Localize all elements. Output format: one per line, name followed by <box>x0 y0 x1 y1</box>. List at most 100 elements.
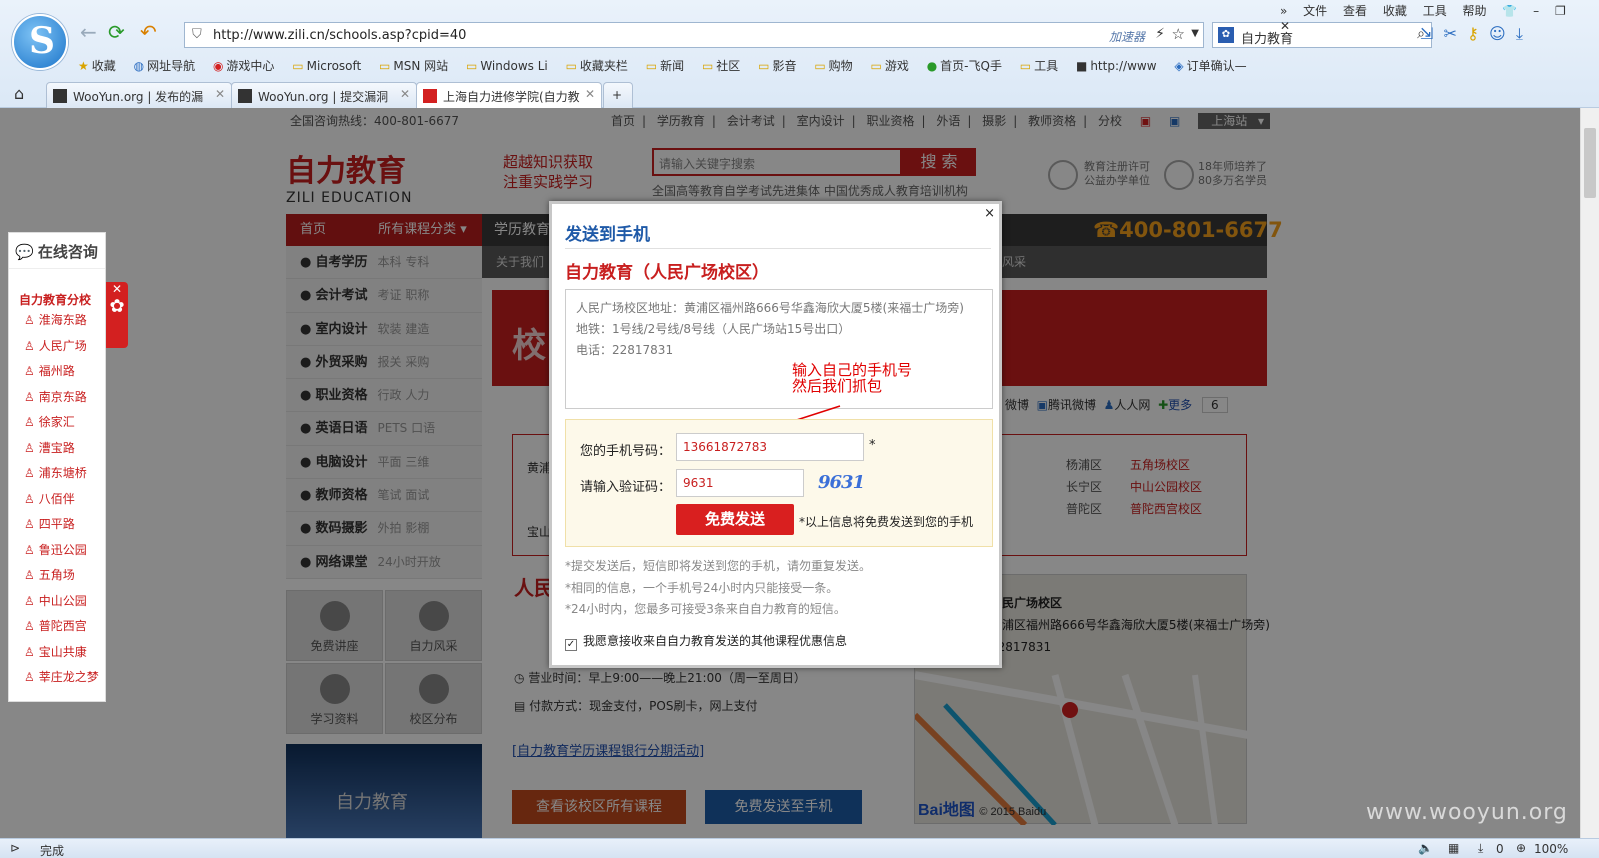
dialog-notes: *提交发送后，短信即将发送到您的手机，请勿重复发送。 *相同的信息，一个手机号2… <box>565 559 872 616</box>
menu-favorites[interactable]: 收藏 <box>1383 4 1407 18</box>
consult-close-tab[interactable]: ✕ ✿ <box>106 282 128 348</box>
bookmark-item[interactable]: ▭ Microsoft <box>292 59 361 73</box>
info-address: 人民广场校区地址：黄浦区福州路666号华鑫海欣大厦5楼(来福士广场旁) <box>576 301 964 315</box>
bookmark-item[interactable]: ● 首页-飞Q手 <box>927 57 1002 74</box>
lightning-icon[interactable]: ⚡ <box>1155 26 1165 42</box>
folder-icon: ▭ <box>565 59 577 73</box>
captcha-image[interactable]: 9631 <box>818 472 878 496</box>
close-tab-icon[interactable]: ✕ <box>585 87 595 101</box>
consult-item[interactable]: ♙ 漕宝路 <box>9 436 105 462</box>
bookmark-item[interactable]: ▭ 购物 <box>814 57 852 74</box>
bookmark-item[interactable]: ▭ 新闻 <box>646 57 684 74</box>
person-icon: ♙ <box>24 517 35 531</box>
undo-icon[interactable]: ↶ <box>140 22 157 42</box>
bookmark-item[interactable]: ▭ 影音 <box>758 57 796 74</box>
bookmark-item[interactable]: ▭ 游戏 <box>871 57 909 74</box>
skin-icon[interactable]: 👕 <box>1502 4 1517 18</box>
consult-item[interactable]: ♙ 中山公园 <box>9 589 105 615</box>
menu-file[interactable]: 文件 <box>1303 4 1327 18</box>
bookmark-item[interactable]: ◉ 游戏中心 <box>213 57 275 74</box>
consult-item[interactable]: ♙ 宝山共康 <box>9 640 105 666</box>
consult-item[interactable]: ♙ 五角场 <box>9 563 105 589</box>
bookmark-item[interactable]: ▭ 社区 <box>702 57 740 74</box>
refresh-icon[interactable]: ⟳ <box>108 22 125 42</box>
agree-row[interactable]: ✓ 我愿意接收来自自力教育发送的其他课程优惠信息 <box>565 632 847 651</box>
consult-item[interactable]: ♙ 普陀西宫 <box>9 614 105 640</box>
consult-item[interactable]: ♙ 鲁迅公园 <box>9 538 105 564</box>
consult-item[interactable]: ♙ 人民广场 <box>9 334 105 360</box>
consult-item[interactable]: ♙ 八佰伴 <box>9 487 105 513</box>
close-icon[interactable]: ✕ <box>112 282 122 296</box>
browser-logo[interactable]: S <box>12 14 68 70</box>
download-status-icon[interactable]: ⤓ <box>1478 841 1483 856</box>
tab-wooyun-1[interactable]: WooYun.org | 发布的漏 ✕ <box>46 82 232 108</box>
accelerator-label[interactable]: 加速器 <box>1109 28 1145 45</box>
consult-item[interactable]: ♙ 莘庄龙之梦 <box>9 665 105 691</box>
folder-icon: ▭ <box>814 59 826 73</box>
menu-view[interactable]: 查看 <box>1343 4 1367 18</box>
close-icon[interactable]: × <box>984 206 995 221</box>
tab-label: 上海自力进修学院(自力教 <box>443 90 580 104</box>
bookmark-item[interactable]: ◍ 网址导航 <box>134 57 196 74</box>
bookmark-item[interactable]: ▭ Windows Li <box>466 59 548 73</box>
bookmark-item[interactable]: ▭ 收藏夹栏 <box>566 57 628 74</box>
close-tab-icon[interactable]: ✕ <box>400 87 410 101</box>
folder-icon: ▭ <box>701 59 714 73</box>
wooyun-favicon-icon <box>238 89 252 103</box>
consult-items: ♙ 淮海东路 ♙ 人民广场 ♙ 福州路 ♙ 南京东路 ♙ 徐家汇 ♙ 漕宝路 ♙ 浦东塘桥 ♙… <box>9 308 105 691</box>
online-consult-panel: 💬 在线咨询 自力教育分校 ♙ 淮海东路 ♙ 人民广场 ♙ 福州路 ♙ 南京东路 ♙ 徐家… <box>8 232 106 702</box>
dropdown-arrow-icon[interactable]: ▼ <box>1191 28 1199 39</box>
bookmark-item[interactable]: ■ http://www <box>1076 59 1157 73</box>
bookmark-item[interactable]: ▭ 工具 <box>1020 57 1058 74</box>
person-icon: ♙ <box>24 568 35 582</box>
phone-input[interactable]: 13661872783 <box>676 433 864 461</box>
calculator-icon[interactable]: ▦ <box>1448 841 1459 855</box>
scrollbar-thumb[interactable] <box>1584 128 1596 198</box>
watermark: www.wooyun.org <box>1366 800 1568 825</box>
menu-tools[interactable]: 工具 <box>1423 4 1447 18</box>
consult-item[interactable]: ♙ 徐家汇 <box>9 410 105 436</box>
consult-item[interactable]: ♙ 浦东塘桥 <box>9 461 105 487</box>
star-icon[interactable]: ☆ <box>1172 25 1185 43</box>
feiq-icon: ● <box>926 59 938 73</box>
tab-zili-active[interactable]: 上海自力进修学院(自力教 ✕ <box>416 82 602 108</box>
bookmark-item[interactable]: ★ 收藏 <box>78 57 116 74</box>
menu-more-icon[interactable]: » <box>1280 4 1287 18</box>
minimize-icon[interactable]: – <box>1533 4 1539 18</box>
vertical-scrollbar[interactable] <box>1580 108 1599 838</box>
status-icon[interactable]: ⊳ <box>10 841 20 855</box>
info-phone: 电话：22817831 <box>576 343 674 357</box>
free-send-button[interactable]: 免费发送 <box>676 504 794 535</box>
agree-checkbox[interactable]: ✓ <box>565 639 577 651</box>
new-tab-button[interactable]: + <box>603 82 633 108</box>
chat-bubble-icon: 💬 <box>15 244 34 261</box>
consult-item[interactable]: ♙ 福州路 <box>9 359 105 385</box>
school-info-textarea[interactable]: 人民广场校区地址：黄浦区福州路666号华鑫海欣大厦5楼(来福士广场旁) 地铁：1… <box>565 289 993 409</box>
bookmark-item[interactable]: ▭ MSN 网站 <box>379 57 448 74</box>
maximize-icon[interactable]: ❐ <box>1555 4 1566 18</box>
close-window-icon[interactable]: ✕ <box>1280 19 1290 33</box>
close-tab-icon[interactable]: ✕ <box>215 87 225 101</box>
bookmark-item[interactable]: ◈ 订单确认— <box>1174 57 1246 74</box>
required-marker: * <box>869 438 876 453</box>
captcha-input[interactable]: 9631 <box>676 469 804 497</box>
menu-help[interactable]: 帮助 <box>1463 4 1487 18</box>
person-icon: ♙ <box>24 415 35 429</box>
back-arrow-icon[interactable]: ← <box>80 22 97 42</box>
consult-item[interactable]: ♙ 淮海东路 <box>9 308 105 334</box>
zoom-icon[interactable]: ⊕ <box>1516 841 1526 855</box>
address-url[interactable]: http://www.zili.cn/schools.asp?cpid=40 <box>213 28 466 43</box>
consult-item[interactable]: ♙ 南京东路 <box>9 385 105 411</box>
game-icon: ◉ <box>212 59 224 73</box>
folder-icon: ▭ <box>292 59 304 73</box>
address-bar[interactable]: ⛉ http://www.zili.cn/schools.asp?cpid=40… <box>184 22 1204 48</box>
person-icon: ♙ <box>24 644 35 659</box>
plus-icon: + <box>612 88 623 102</box>
zoom-level[interactable]: 100% <box>1534 842 1568 856</box>
page-icon: ■ <box>1075 59 1088 73</box>
consult-item[interactable]: ♙ 四平路 <box>9 512 105 538</box>
tab-wooyun-2[interactable]: WooYun.org | 提交漏洞 ✕ <box>231 82 417 108</box>
order-icon: ◈ <box>1174 59 1184 73</box>
search-engine-icon[interactable]: ✿ <box>1218 27 1234 43</box>
speaker-icon[interactable]: 🔈 <box>1418 841 1433 855</box>
